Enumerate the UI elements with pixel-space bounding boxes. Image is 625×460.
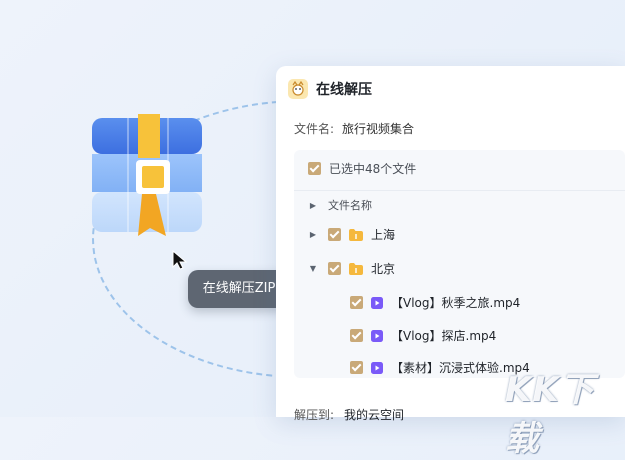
- file-name: 【Vlog】秋季之旅.mp4: [391, 296, 521, 310]
- panel-header: 在线解压: [288, 78, 372, 100]
- file-row[interactable]: 【Vlog】秋季之旅.mp4: [350, 294, 520, 311]
- video-file-icon: [371, 296, 383, 309]
- select-all-row[interactable]: 已选中48个文件: [308, 160, 416, 177]
- folder-row-beijing[interactable]: ▼ 北京: [308, 260, 395, 277]
- page-title: 在线解压: [316, 82, 372, 98]
- destination-row[interactable]: 解压到: 我的云空间: [294, 406, 404, 423]
- select-all-checkbox[interactable]: [308, 162, 321, 175]
- folder-row-shanghai[interactable]: ▶ 上海: [308, 226, 395, 243]
- folder-name: 北京: [371, 262, 396, 276]
- app-logo-icon: [288, 79, 308, 99]
- file-checkbox[interactable]: [350, 361, 363, 374]
- video-file-icon: [371, 361, 383, 374]
- video-file-icon: [371, 329, 383, 342]
- caret-right-icon[interactable]: ▶: [308, 201, 318, 210]
- column-header-filename: 文件名称: [328, 199, 372, 212]
- folder-checkbox[interactable]: [328, 228, 341, 241]
- divider: [294, 190, 625, 191]
- caret-down-icon[interactable]: ▼: [308, 264, 318, 273]
- caret-right-icon[interactable]: ▶: [308, 230, 318, 239]
- filename-row: 文件名: 旅行视频集合: [294, 120, 414, 137]
- file-checkbox[interactable]: [350, 329, 363, 342]
- folder-checkbox[interactable]: [328, 262, 341, 275]
- mouse-cursor-icon: [172, 249, 188, 270]
- file-checkbox[interactable]: [350, 296, 363, 309]
- folder-icon: [349, 228, 363, 241]
- file-name: 【Vlog】探店.mp4: [391, 329, 497, 343]
- file-row[interactable]: 【素材】沉浸式体验.mp4: [350, 359, 530, 376]
- destination-value[interactable]: 我的云空间: [344, 408, 404, 422]
- filename-label: 文件名:: [294, 122, 335, 136]
- file-list: 已选中48个文件 ▶ 文件名称 ▶ 上海 ▼ 北京 【Vlog】秋季之旅.mp4…: [294, 150, 625, 378]
- column-header-row[interactable]: ▶ 文件名称: [308, 197, 372, 213]
- destination-label: 解压到:: [294, 408, 335, 422]
- folder-icon: [349, 262, 363, 275]
- zip-archive-icon: [88, 112, 206, 238]
- folder-name: 上海: [371, 228, 396, 242]
- tooltip: 在线解压ZIP: [188, 270, 290, 308]
- selection-summary: 已选中48个文件: [329, 162, 417, 176]
- watermark-logo: KK下载: [505, 370, 595, 459]
- filename-value: 旅行视频集合: [342, 122, 415, 136]
- file-row[interactable]: 【Vlog】探店.mp4: [350, 327, 496, 344]
